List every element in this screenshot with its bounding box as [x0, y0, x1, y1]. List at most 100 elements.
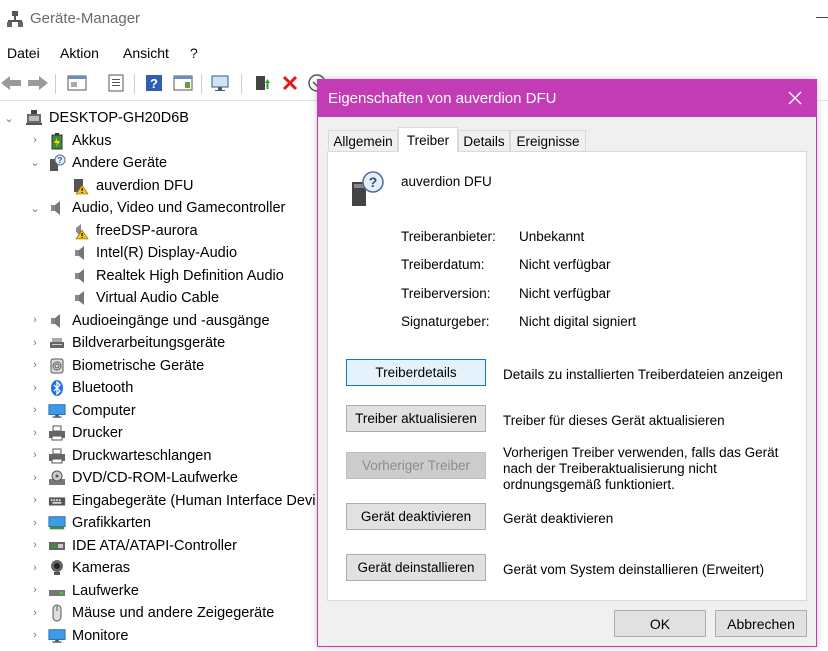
menu-ansicht[interactable]: Ansicht — [123, 45, 169, 61]
tree-item-maeuse[interactable]: Mäuse und andere Zeigegeräte — [48, 602, 274, 624]
tab-details[interactable]: Details — [458, 130, 510, 151]
uninstall-device-button[interactable]: Gerät deinstallieren — [346, 554, 486, 581]
tree-item-label: Kameras — [72, 560, 131, 576]
battery-icon — [48, 132, 66, 150]
disable-device-description: Gerät deaktivieren — [503, 511, 614, 526]
tree-item-eingabegeraete[interactable]: Eingabegeräte (Human Interface Devi — [48, 490, 315, 512]
update-driver-icon[interactable] — [251, 72, 273, 94]
tree-item-laufwerke[interactable]: Laufwerke — [48, 580, 139, 602]
toolbar-separator — [241, 74, 242, 94]
warning-device-icon — [72, 177, 90, 195]
forward-arrow-icon[interactable] — [27, 72, 49, 94]
scan-hardware-icon[interactable] — [210, 72, 232, 94]
tree-root[interactable]: DESKTOP-GH20D6B — [25, 107, 189, 129]
chevron-right-icon[interactable]: › — [30, 562, 40, 574]
tab-allgemein[interactable]: Allgemein — [328, 130, 398, 151]
driver-details-button[interactable]: Treiberdetails — [346, 359, 486, 386]
tree-item-grafikkarten[interactable]: Grafikkarten — [48, 512, 151, 534]
minimize-button[interactable] — [816, 17, 828, 18]
chevron-right-icon[interactable]: › — [30, 314, 40, 326]
disc-drive-icon — [48, 469, 66, 487]
menu-aktion[interactable]: Aktion — [60, 45, 99, 61]
cancel-button[interactable]: Abbrechen — [715, 610, 807, 637]
close-icon[interactable] — [784, 87, 806, 109]
chevron-right-icon[interactable]: › — [30, 584, 40, 596]
properties-window-icon[interactable] — [66, 72, 88, 94]
toolbar-separator — [55, 74, 56, 94]
chevron-right-icon[interactable]: › — [30, 494, 40, 506]
tab-treiber[interactable]: Treiber — [398, 127, 458, 152]
tree-item-bildverarbeitung[interactable]: Bildverarbeitungsgeräte — [48, 332, 225, 354]
chevron-down-icon[interactable]: ⌄ — [4, 113, 14, 125]
help-icon[interactable]: ? — [143, 72, 165, 94]
update-driver-button[interactable]: Treiber aktualisieren — [346, 405, 486, 432]
prop-value-version: Nicht verfügbar — [519, 286, 611, 301]
chevron-down-icon[interactable]: ⌄ — [30, 203, 40, 215]
tree-item-computer[interactable]: Computer — [48, 400, 136, 422]
tree-item-realtek-audio[interactable]: Realtek High Definition Audio — [72, 265, 284, 287]
prop-value-signatur: Nicht digital signiert — [519, 314, 637, 329]
tree-item-label: Bildverarbeitungsgeräte — [72, 335, 226, 351]
tree-item-label: Audioeingänge und -ausgänge — [72, 313, 270, 329]
controller-card-icon — [48, 537, 66, 555]
tree-item-ide-ata[interactable]: IDE ATA/ATAPI-Controller — [48, 535, 237, 557]
tree-item-akkus[interactable]: Akkus — [48, 130, 112, 152]
rollback-driver-button[interactable]: Vorheriger Treiber — [346, 452, 486, 479]
chevron-right-icon[interactable]: › — [30, 427, 40, 439]
monitor-icon — [48, 402, 66, 420]
chevron-right-icon[interactable]: › — [30, 517, 40, 529]
window-view-icon[interactable] — [172, 72, 194, 94]
toolbar-separator — [201, 74, 202, 94]
chevron-right-icon[interactable]: › — [30, 382, 40, 394]
ok-button[interactable]: OK — [614, 610, 706, 637]
tree-item-label: auverdion DFU — [96, 178, 194, 194]
chevron-right-icon[interactable]: › — [30, 539, 40, 551]
uninstall-x-icon[interactable] — [279, 72, 301, 94]
prop-value-anbieter: Unbekannt — [519, 229, 585, 244]
chevron-right-icon[interactable]: › — [30, 404, 40, 416]
chevron-right-icon[interactable]: › — [30, 134, 40, 146]
disable-device-button[interactable]: Gerät deaktivieren — [346, 503, 486, 530]
chevron-right-icon[interactable]: › — [30, 449, 40, 461]
menu-datei[interactable]: Datei — [7, 45, 40, 61]
tree-item-intel-display-audio[interactable]: Intel(R) Display-Audio — [72, 242, 237, 264]
tree-item-drucker[interactable]: Drucker — [48, 422, 123, 444]
tree-item-bluetooth[interactable]: Bluetooth — [48, 377, 133, 399]
tree-item-monitore[interactable]: Monitore — [48, 625, 128, 647]
printer-icon — [48, 447, 66, 465]
device-manager-icon — [6, 10, 24, 28]
device-tree: ⌄ DESKTOP-GH20D6B › Akkus ⌄ ? Andere Ger… — [0, 106, 320, 651]
tree-item-freedsp-aurora[interactable]: freeDSP-aurora — [72, 220, 198, 242]
tree-item-label: Andere Geräte — [72, 155, 168, 171]
chevron-right-icon[interactable]: › — [30, 359, 40, 371]
uninstall-device-description: Gerät vom System deinstallieren (Erweite… — [503, 562, 765, 577]
keyboard-icon — [48, 492, 66, 510]
chevron-right-icon[interactable]: › — [30, 629, 40, 641]
tree-item-dvd[interactable]: DVD/CD-ROM-Laufwerke — [48, 467, 238, 489]
menu-help[interactable]: ? — [190, 45, 198, 61]
tab-ereignisse[interactable]: Ereignisse — [510, 130, 586, 151]
chevron-right-icon[interactable]: › — [30, 607, 40, 619]
tree-item-label: DVD/CD-ROM-Laufwerke — [72, 470, 238, 486]
tree-item-audioeingaenge[interactable]: Audioeingänge und -ausgänge — [48, 310, 270, 332]
tree-item-label: Bluetooth — [72, 380, 134, 396]
document-list-icon[interactable] — [105, 72, 127, 94]
back-arrow-icon[interactable] — [0, 72, 22, 94]
speaker-icon — [72, 267, 90, 285]
monitor-icon — [48, 627, 66, 645]
device-name: auverdion DFU — [401, 174, 492, 189]
tree-item-biometrisch[interactable]: Biometrische Geräte — [48, 355, 204, 377]
tree-item-andere-geraete[interactable]: ? Andere Geräte — [48, 152, 167, 174]
chevron-right-icon[interactable]: › — [30, 472, 40, 484]
tree-item-druckwarteschlangen[interactable]: Druckwarteschlangen — [48, 445, 211, 467]
tree-item-audio-video[interactable]: Audio, Video und Gamecontroller — [48, 197, 285, 219]
tree-item-auverdion-dfu[interactable]: auverdion DFU — [72, 175, 194, 197]
unknown-device-icon: ? — [48, 154, 66, 172]
chevron-right-icon[interactable]: › — [30, 337, 40, 349]
tree-item-virtual-audio-cable[interactable]: Virtual Audio Cable — [72, 287, 219, 309]
chevron-down-icon[interactable]: ⌄ — [30, 157, 40, 169]
speaker-icon — [48, 312, 66, 330]
driver-details-description: Details zu installierten Treiberdateien … — [503, 367, 783, 382]
tree-item-kameras[interactable]: Kameras — [48, 557, 130, 579]
tree-item-label: Laufwerke — [72, 583, 139, 599]
